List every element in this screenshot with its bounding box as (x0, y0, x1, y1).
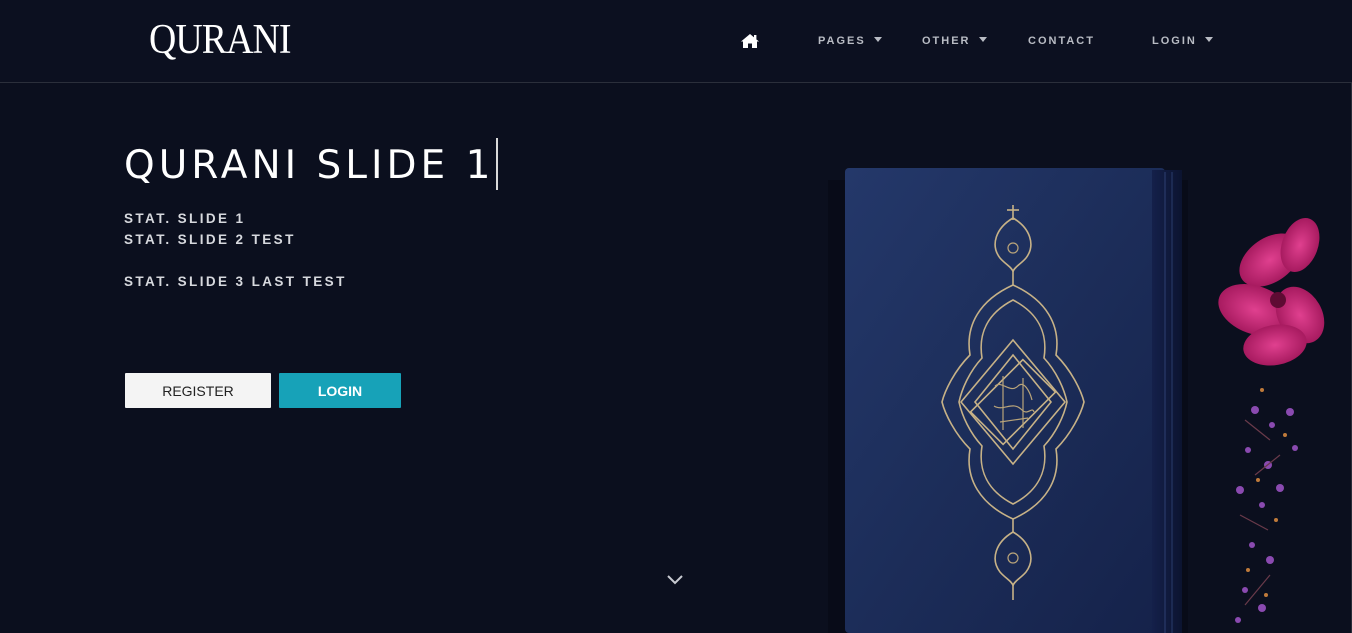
typing-cursor (496, 138, 499, 190)
navbar: QURANI PAGES OTHER CONTACT LOGIN (0, 0, 1352, 83)
login-button[interactable]: LOGIN (279, 373, 401, 408)
nav-item-pages[interactable]: PAGES (818, 34, 882, 48)
register-button[interactable]: REGISTER (125, 373, 271, 408)
nav-item-label: LOGIN (1152, 35, 1197, 47)
caret-down-icon (873, 37, 882, 42)
hero-title: QURANI SLIDE 1 (124, 138, 499, 190)
nav-item-label: PAGES (818, 35, 866, 47)
stat-line-3: STAT. SLIDE 3 LAST TEST (124, 274, 347, 289)
nav-item-label: OTHER (922, 35, 971, 47)
hero-title-text: QURANI SLIDE 1 (124, 143, 495, 188)
nav-item-contact[interactable]: CONTACT (1028, 34, 1095, 48)
nav-item-login[interactable]: LOGIN (1152, 34, 1213, 48)
home-icon[interactable] (740, 33, 760, 49)
caret-down-icon (978, 37, 987, 42)
stat-line-2: STAT. SLIDE 2 TEST (124, 232, 296, 247)
main-nav: PAGES OTHER CONTACT LOGIN (0, 0, 1352, 82)
nav-item-label: CONTACT (1028, 35, 1095, 47)
nav-item-other[interactable]: OTHER (922, 34, 987, 48)
caret-down-icon (1204, 37, 1213, 42)
chevron-down-icon[interactable] (665, 572, 685, 586)
stat-line-1: STAT. SLIDE 1 (124, 211, 246, 226)
quran-book-photo (828, 168, 1325, 633)
